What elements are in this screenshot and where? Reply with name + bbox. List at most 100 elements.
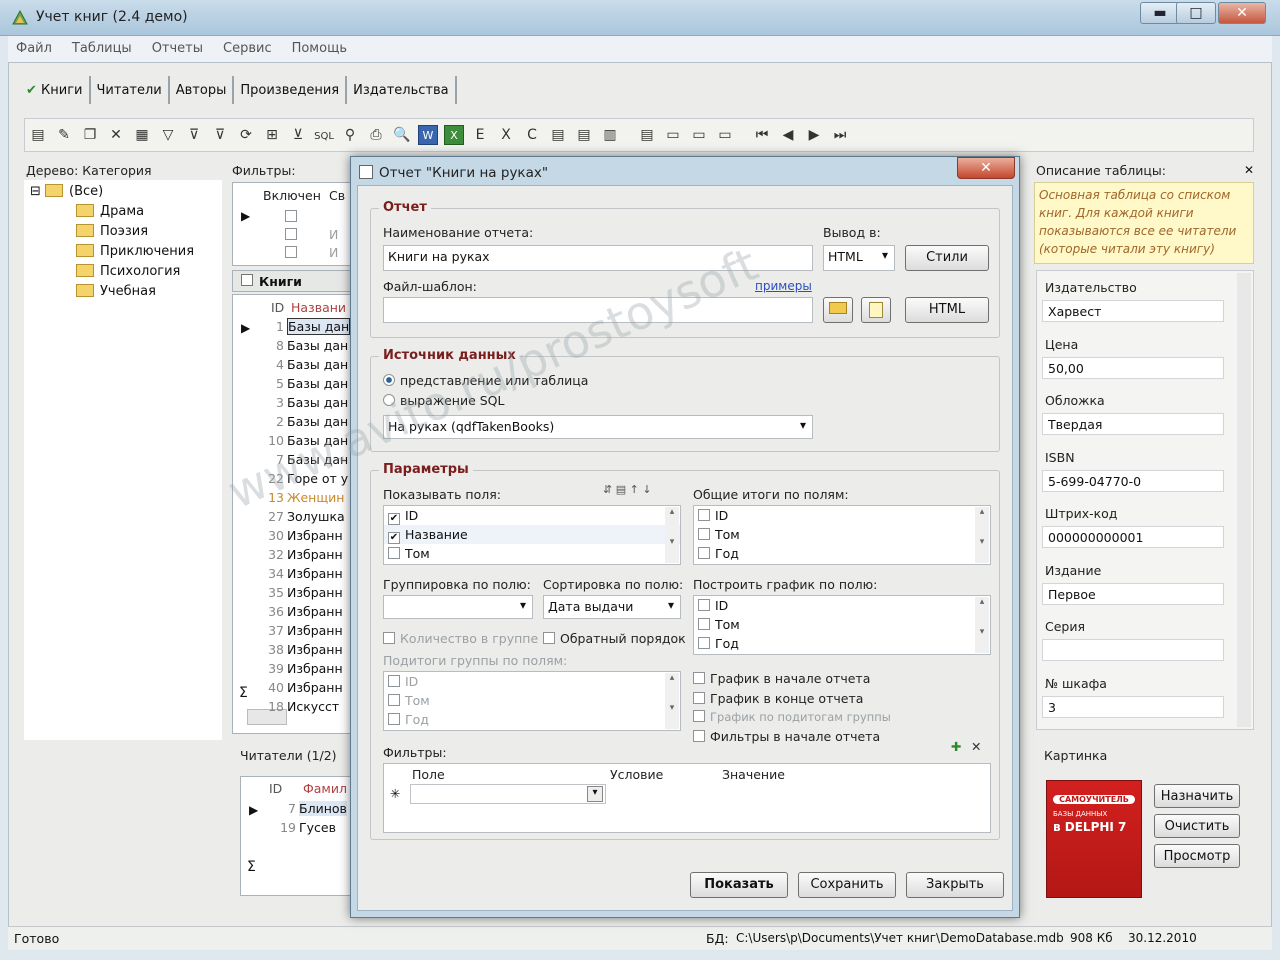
dialog-close-button[interactable]: ✕ (957, 157, 1015, 179)
chart-icon[interactable]: ▥ (600, 125, 620, 145)
menu-help[interactable]: Помощь (284, 36, 355, 56)
show-field-id[interactable]: ✔ ID (384, 506, 680, 525)
reverse-order-checkbox[interactable]: Обратный порядок (543, 631, 686, 646)
detail-field[interactable]: Твердая (1042, 413, 1224, 435)
chart-subtotals-checkbox[interactable]: График по подитогам группы (693, 710, 891, 724)
count-in-group-checkbox[interactable]: Количество в группе (383, 631, 538, 646)
window1-icon[interactable]: ▭ (663, 125, 683, 145)
field-order-buttons[interactable]: ⇵ ▤ ↑ ↓ (603, 483, 652, 496)
sql-icon[interactable]: SQL (314, 127, 334, 147)
tree-root[interactable]: ⊟ (Все) (30, 184, 103, 199)
tab-readers-count[interactable]: Читатели (1/2) (240, 748, 337, 763)
tab-authors[interactable]: Авторы (170, 76, 235, 104)
filter-checkbox[interactable] (285, 246, 297, 258)
show-field-volume[interactable]: Том (384, 544, 680, 563)
show-field-name[interactable]: ✔ Название (384, 525, 680, 544)
chart-end-checkbox[interactable]: График в конце отчета (693, 691, 863, 706)
book-row[interactable]: 40 Избранн (253, 680, 343, 699)
export4-icon[interactable]: ▤ (548, 125, 568, 145)
subtotals-field[interactable]: ID (384, 672, 680, 691)
edit-template-button[interactable] (861, 297, 891, 323)
menu-tables[interactable]: Таблицы (64, 36, 140, 56)
subtotals-list[interactable]: ID Том Год ▴ ▾ (383, 671, 681, 731)
filter-off-icon[interactable]: ⊽ (210, 125, 230, 145)
filter-field-select[interactable]: ▾ (410, 784, 606, 804)
filter-checkbox[interactable] (285, 210, 297, 222)
tab-books[interactable]: ✔ Книги (20, 76, 91, 104)
styles-button[interactable]: Стили (905, 245, 989, 271)
delete-all-icon[interactable]: ▦ (132, 125, 152, 145)
tab-works[interactable]: Произведения (234, 76, 348, 104)
filters-start-checkbox[interactable]: Фильтры в начале отчета (693, 729, 880, 744)
book-row[interactable]: 32 Избранн (253, 547, 343, 566)
export1-icon[interactable]: E (470, 125, 490, 145)
new-record-icon[interactable]: ▤ (28, 125, 48, 145)
book-row[interactable]: 3 Базы дан (253, 395, 348, 414)
list-scrollbar[interactable]: ▴ ▾ (665, 673, 679, 729)
import-icon[interactable]: ▤ (637, 125, 657, 145)
book-row[interactable]: 18 Искусст (253, 699, 339, 718)
tab-publishers[interactable]: Издательства (347, 76, 457, 104)
totals-field[interactable]: Том (694, 525, 990, 544)
maximize-button[interactable]: □ (1176, 2, 1216, 24)
detail-field[interactable]: 3 (1042, 695, 1224, 718)
word-icon[interactable]: W (418, 125, 438, 145)
first-icon[interactable]: ⏮ (752, 125, 772, 145)
book-row[interactable]: 27 Золушка (253, 509, 345, 528)
refresh-icon[interactable]: ⟳ (236, 125, 256, 145)
tree-item-psychology[interactable]: Психология (76, 264, 180, 279)
collapse-icon[interactable]: ⊟ (30, 184, 41, 199)
clear-picture-button[interactable]: Очистить (1154, 814, 1240, 838)
reader-row[interactable]: 7 Блинов (265, 801, 347, 820)
list-scrollbar[interactable]: ▴ ▾ (975, 597, 989, 653)
tab-readers[interactable]: Читатели (91, 76, 170, 104)
totals-field[interactable]: ID (694, 506, 990, 525)
book-row[interactable]: 35 Избранн (253, 585, 343, 604)
detail-field[interactable]: Первое (1042, 582, 1224, 605)
tree-item-drama[interactable]: Драма (76, 204, 144, 219)
details-scrollbar[interactable] (1237, 273, 1251, 727)
book-row[interactable]: 4 Базы дан (253, 357, 348, 376)
book-row[interactable]: 38 Избранн (253, 642, 343, 661)
output-format-select[interactable]: HTML (823, 245, 895, 271)
filter-clear-icon[interactable]: ⊽ (184, 125, 204, 145)
totals-field[interactable]: Год (694, 544, 990, 563)
prev-icon[interactable]: ◀ (778, 125, 798, 145)
export3-icon[interactable]: C (522, 125, 542, 145)
excel-icon[interactable]: X (444, 125, 464, 145)
chart-field[interactable]: Год (694, 634, 990, 653)
tree-item-educational[interactable]: Учебная (76, 284, 156, 299)
totals-list[interactable]: ID Том Год ▴ ▾ (693, 505, 991, 565)
book-row[interactable]: 30 Избранн (253, 528, 343, 547)
book-row[interactable]: 36 Избранн (253, 604, 343, 623)
next-icon[interactable]: ▶ (804, 125, 824, 145)
binoculars-icon[interactable]: ⚲ (340, 125, 360, 145)
detail-field[interactable]: Харвест (1042, 300, 1224, 322)
subtotals-field[interactable]: Том (384, 691, 680, 710)
copy-icon[interactable]: ❐ (80, 125, 100, 145)
window3-icon[interactable]: ▭ (715, 125, 735, 145)
book-row[interactable]: 39 Избранн (253, 661, 343, 680)
description-close-icon[interactable]: ✕ (1244, 163, 1254, 177)
book-row[interactable]: 34 Избранн (253, 566, 343, 585)
list-scrollbar[interactable]: ▴ ▾ (665, 507, 679, 563)
menu-reports[interactable]: Отчеты (144, 36, 211, 56)
view-picture-button[interactable]: Просмотр (1154, 844, 1240, 868)
minimize-button[interactable]: ▬ (1140, 2, 1180, 24)
tree-item-adventure[interactable]: Приключения (76, 244, 194, 259)
filter-checkbox[interactable] (285, 228, 297, 240)
group-by-select[interactable] (383, 595, 533, 619)
sort-by-select[interactable]: Дата выдачи (543, 595, 681, 619)
book-row[interactable]: 5 Базы дан (253, 376, 348, 395)
open-folder-button[interactable] (823, 297, 853, 323)
save-report-button[interactable]: Сохранить (798, 872, 896, 898)
show-report-button[interactable]: Показать (690, 872, 788, 898)
last-icon[interactable]: ⏭ (830, 125, 850, 145)
filter-apply-icon[interactable]: ⊻ (288, 125, 308, 145)
preview-icon[interactable]: 🔍 (392, 125, 412, 145)
tab-picture[interactable]: Картинка (1044, 748, 1107, 763)
tree-icon[interactable]: ⊞ (262, 125, 282, 145)
assign-picture-button[interactable]: Назначить (1154, 784, 1240, 808)
detail-field[interactable]: 000000000001 (1042, 526, 1224, 548)
html-button[interactable]: HTML (905, 297, 989, 323)
